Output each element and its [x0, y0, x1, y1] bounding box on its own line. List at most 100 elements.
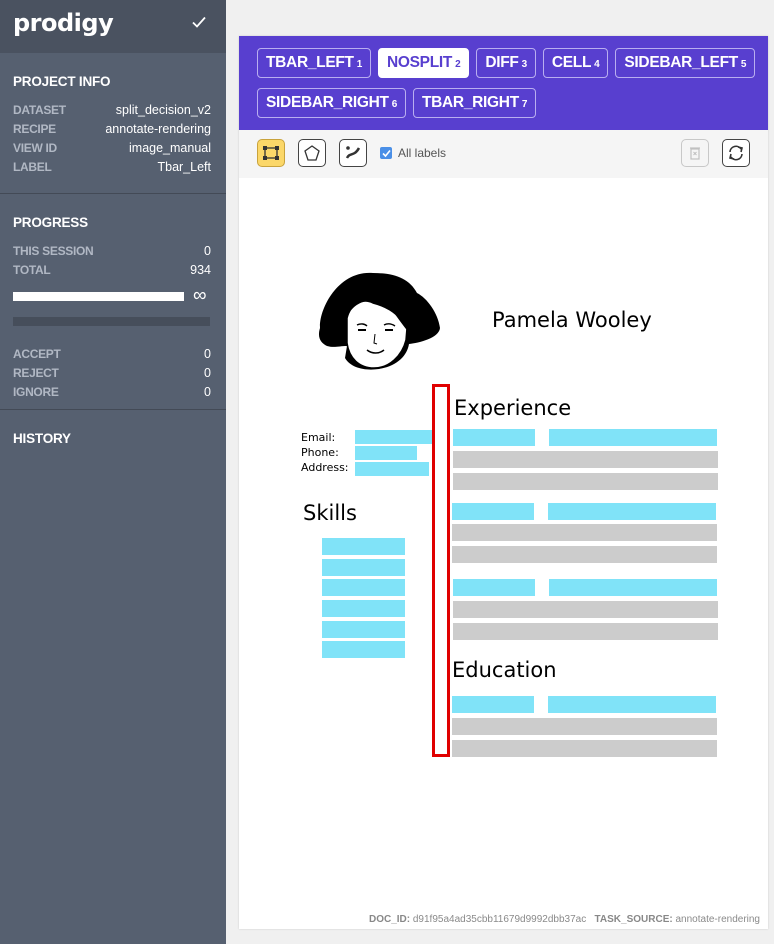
- experience-text-placeholder: [453, 473, 718, 490]
- skill-placeholder: [322, 538, 405, 555]
- task-meta: DOC_ID: d91f95a4ad35cbb11679d9992dbb37ac…: [369, 914, 760, 925]
- decision-row-reject: REJECT 0: [13, 363, 211, 382]
- experience-title-placeholder: [453, 579, 535, 596]
- sidebar: prodigy PROJECT INFO DATASET split_decisi…: [0, 0, 226, 944]
- label-cell[interactable]: CELL 4: [542, 48, 609, 78]
- history-title: HISTORY: [13, 431, 71, 446]
- label-name: NOSPLIT: [386, 54, 453, 71]
- label-shortcut: 6: [391, 99, 398, 110]
- decision-key: REJECT: [13, 365, 59, 380]
- polygon-tool-button[interactable]: [298, 139, 326, 167]
- skills-heading: Skills: [303, 501, 357, 525]
- label-shortcut: 3: [521, 59, 528, 70]
- progress-key: TOTAL: [13, 262, 51, 277]
- label-diff[interactable]: DIFF 3: [476, 48, 536, 78]
- task-source-value: annotate-rendering: [675, 914, 760, 925]
- info-row-view-id: VIEW ID image_manual: [13, 138, 211, 157]
- annotation-bounding-box[interactable]: [432, 384, 450, 757]
- experience-heading: Experience: [454, 396, 571, 420]
- resume-name: Pamela Wooley: [492, 308, 652, 332]
- education-text-placeholder: [452, 718, 717, 735]
- info-value: annotate-rendering: [105, 121, 211, 136]
- contact-email-placeholder: [355, 430, 433, 444]
- progress-row-total: TOTAL 934: [13, 260, 211, 279]
- label-name: SIDEBAR_RIGHT: [266, 94, 389, 111]
- label-name: CELL: [551, 54, 592, 71]
- info-value: Tbar_Left: [157, 159, 211, 174]
- label-nosplit[interactable]: NOSPLIT 2: [377, 48, 470, 78]
- info-key: LABEL: [13, 159, 52, 174]
- experience-company-placeholder: [549, 429, 717, 446]
- info-key: VIEW ID: [13, 140, 57, 155]
- progress-title: PROGRESS: [13, 215, 88, 230]
- progress-bar-row: ∞: [13, 285, 211, 306]
- contact-phone-placeholder: [355, 446, 417, 460]
- decision-key: ACCEPT: [13, 346, 61, 361]
- experience-text-placeholder: [453, 601, 718, 618]
- info-row-recipe: RECIPE annotate-rendering: [13, 119, 211, 138]
- sidebar-header: prodigy: [0, 0, 226, 53]
- all-labels-toggle[interactable]: All labels: [380, 146, 446, 160]
- label-tbar-left[interactable]: TBAR_LEFT 1: [257, 48, 371, 78]
- label-shortcut: 5: [740, 59, 747, 70]
- progress-value: 934: [190, 262, 211, 277]
- education-heading: Education: [452, 658, 557, 682]
- experience-text-placeholder: [452, 546, 717, 563]
- check-icon: [381, 149, 391, 157]
- annotation-card: TBAR_LEFT 1 NOSPLIT 2 DIFF 3 CELL 4 SIDEBAR_…: [239, 36, 768, 929]
- education-text-placeholder: [452, 740, 717, 757]
- skill-placeholder: [322, 641, 405, 658]
- all-labels-text: All labels: [398, 146, 447, 160]
- checkmark-icon[interactable]: [191, 14, 207, 30]
- task-source-label: TASK_SOURCE:: [594, 914, 673, 925]
- decision-value: 0: [204, 365, 211, 380]
- label-name: SIDEBAR_LEFT: [624, 54, 738, 71]
- info-row-label: LABEL Tbar_Left: [13, 157, 211, 176]
- project-info-section: PROJECT INFO DATASET split_decision_v2 RE…: [0, 53, 226, 194]
- label-bar: TBAR_LEFT 1 NOSPLIT 2 DIFF 3 CELL 4 SIDEBAR_…: [239, 36, 768, 130]
- delete-icon: [690, 147, 700, 160]
- experience-company-placeholder: [549, 579, 717, 596]
- progress-row-session: THIS SESSION 0: [13, 241, 211, 260]
- contact-address-placeholder: [355, 462, 429, 476]
- decision-value: 0: [204, 346, 211, 361]
- decision-value: 0: [204, 384, 211, 399]
- infinity-symbol: ∞: [193, 285, 207, 306]
- experience-title-placeholder: [453, 429, 535, 446]
- session-bar: [13, 317, 210, 326]
- info-value: image_manual: [129, 140, 211, 155]
- experience-text-placeholder: [453, 623, 718, 640]
- experience-text-placeholder: [453, 451, 718, 468]
- polygon-tool-icon: [304, 145, 320, 161]
- reset-button[interactable]: [722, 139, 750, 167]
- all-labels-checkbox[interactable]: [380, 147, 392, 159]
- label-sidebar-right[interactable]: SIDEBAR_RIGHT 6: [257, 88, 406, 118]
- history-section: HISTORY: [0, 410, 226, 457]
- decision-key: IGNORE: [13, 384, 59, 399]
- progress-value: 0: [204, 243, 211, 258]
- experience-text-placeholder: [452, 524, 717, 541]
- label-sidebar-left[interactable]: SIDEBAR_LEFT 5: [615, 48, 756, 78]
- label-shortcut: 4: [594, 59, 600, 70]
- info-value: split_decision_v2: [115, 102, 211, 117]
- label-shortcut: 1: [356, 59, 363, 70]
- info-key: RECIPE: [13, 121, 56, 136]
- education-title-placeholder: [452, 696, 534, 713]
- delete-button[interactable]: [681, 139, 709, 167]
- reset-icon: [729, 145, 743, 161]
- progress-bar: [13, 291, 184, 301]
- experience-title-placeholder: [452, 503, 534, 520]
- freehand-tool-button[interactable]: [339, 139, 367, 167]
- decision-row-ignore: IGNORE 0: [13, 382, 211, 401]
- decision-row-accept: ACCEPT 0: [13, 344, 211, 363]
- progress-key: THIS SESSION: [13, 243, 94, 258]
- label-shortcut: 2: [455, 59, 461, 70]
- annotation-image[interactable]: Pamela Wooley Experience Skills Educatio…: [239, 178, 768, 908]
- experience-company-placeholder: [548, 503, 716, 520]
- label-tbar-right[interactable]: TBAR_RIGHT 7: [412, 88, 537, 118]
- contact-label-address: Address:: [301, 461, 349, 474]
- rectangle-tool-button[interactable]: [257, 139, 285, 167]
- label-name: TBAR_LEFT: [266, 54, 354, 71]
- doc-id-value: d91f95a4ad35cbb11679d9992dbb37ac: [412, 914, 587, 925]
- contact-label-phone: Phone:: [301, 446, 339, 459]
